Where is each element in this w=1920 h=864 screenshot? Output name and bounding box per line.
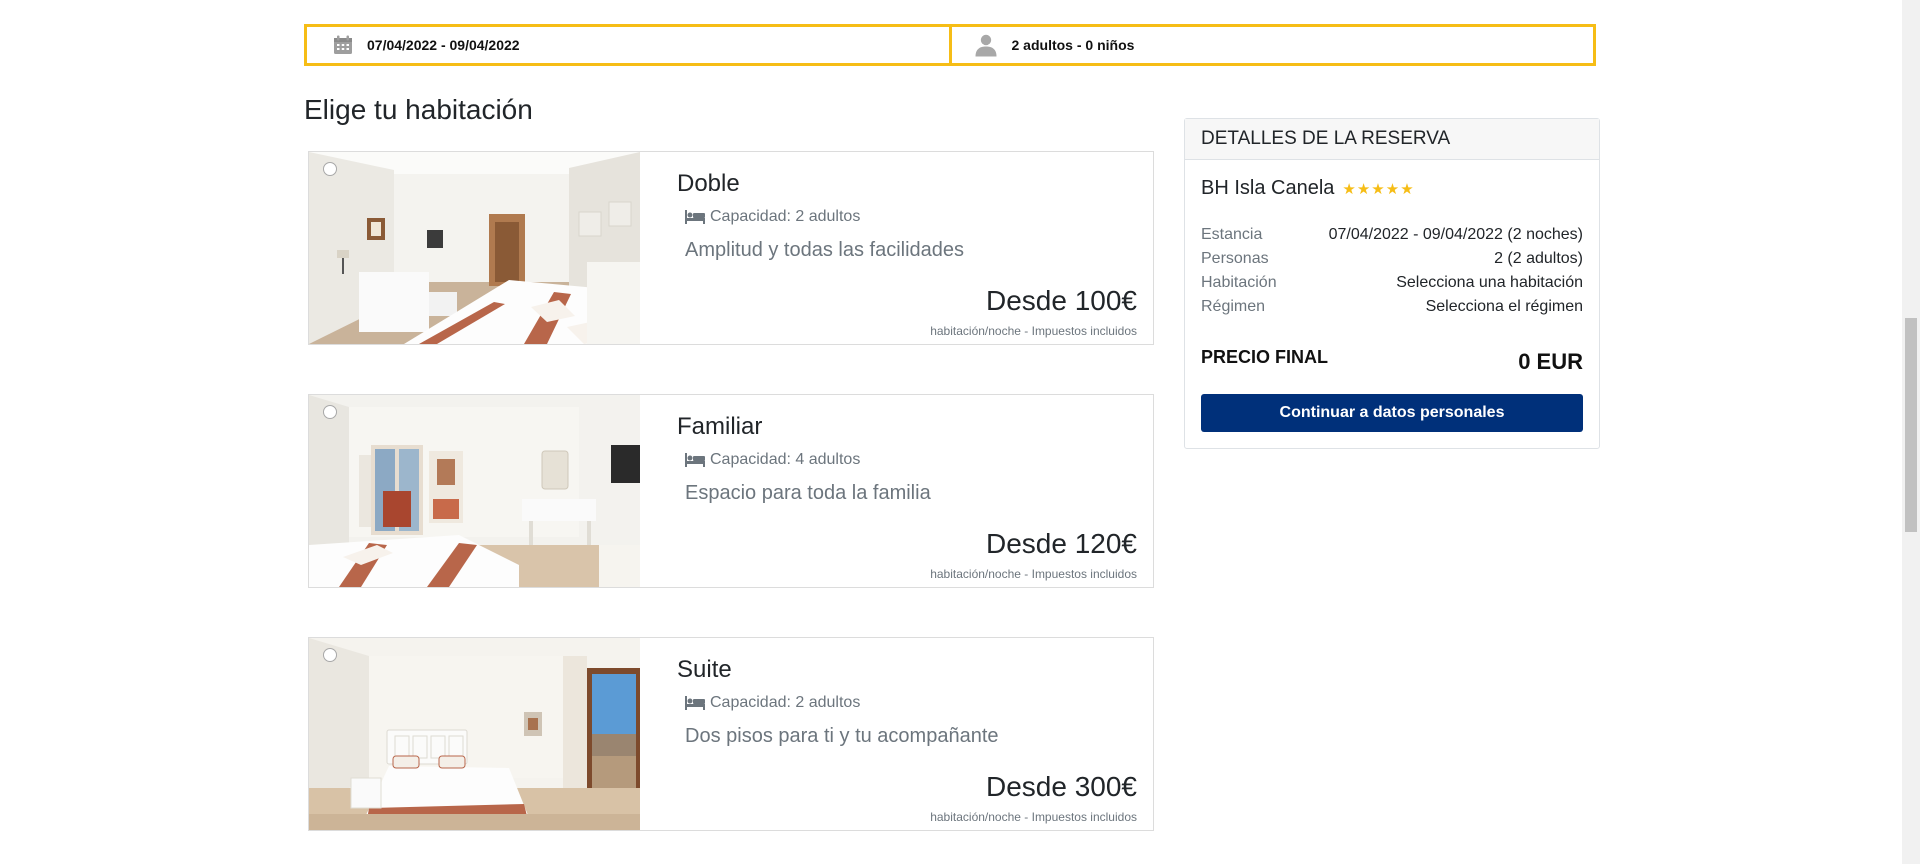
room-price: Desde 120€: [985, 528, 1137, 559]
continue-button[interactable]: Continuar a datos personales: [1201, 394, 1583, 432]
room-description: Dos pisos para ti y tu acompañante: [685, 725, 999, 747]
guests-field[interactable]: 2 adultos - 0 niños: [948, 27, 1594, 63]
date-range-text: 07/04/2022 - 09/04/2022: [367, 37, 520, 53]
room-photo: [309, 395, 640, 587]
room-capacity: Capacidad: 4 adultos: [685, 451, 860, 469]
room-select-radio[interactable]: [323, 405, 337, 419]
bed-icon: [685, 453, 705, 467]
room-card-doble[interactable]: Doble Capacidad: 2 adultos Amplitud y to…: [308, 151, 1154, 345]
section-title: Elige tu habitación: [304, 94, 533, 125]
bed-icon: [685, 210, 705, 224]
detail-value: Selecciona una habitación: [1396, 274, 1583, 291]
room-capacity-text: Capacidad: 2 adultos: [710, 694, 861, 711]
room-photo: [309, 152, 640, 344]
room-description: Espacio para toda la familia: [685, 482, 931, 504]
room-select-radio[interactable]: [323, 648, 337, 662]
room-price-note: habitación/noche - Impuestos incluidos: [930, 567, 1137, 581]
date-range-field[interactable]: 07/04/2022 - 09/04/2022: [307, 27, 949, 63]
room-name: Doble: [677, 170, 740, 197]
summary-header: DETALLES DE LA RESERVA: [1185, 119, 1599, 160]
detail-value: 2 (2 adultos): [1494, 250, 1583, 267]
room-price: Desde 100€: [985, 285, 1137, 316]
hotel-line: BH Isla Canela ★★★★★: [1201, 177, 1415, 200]
room-price-note: habitación/noche - Impuestos incluidos: [930, 810, 1137, 824]
calendar-icon: [333, 35, 353, 55]
detail-row-personas: Personas 2 (2 adultos): [1201, 250, 1583, 268]
room-capacity-text: Capacidad: 4 adultos: [710, 451, 861, 468]
detail-row-regimen: Régimen Selecciona el régimen: [1201, 298, 1583, 316]
room-name: Familiar: [677, 413, 763, 440]
search-bar: 07/04/2022 - 09/04/2022 2 adultos - 0 ni…: [304, 24, 1596, 66]
room-price: Desde 300€: [985, 771, 1137, 802]
bed-icon: [685, 696, 705, 710]
detail-label: Habitación: [1201, 274, 1277, 291]
room-card-suite[interactable]: Suite Capacidad: 2 adultos Dos pisos par…: [308, 637, 1154, 831]
detail-row-habitacion: Habitación Selecciona una habitación: [1201, 274, 1583, 292]
room-capacity: Capacidad: 2 adultos: [685, 694, 860, 712]
detail-label: Personas: [1201, 250, 1269, 267]
room-photo: [309, 638, 640, 830]
room-select-radio[interactable]: [323, 162, 337, 176]
room-description: Amplitud y todas las facilidades: [685, 239, 965, 261]
page-scrollbar[interactable]: [1902, 0, 1920, 864]
scrollbar-thumb[interactable]: [1905, 318, 1917, 532]
person-icon: [974, 33, 998, 57]
detail-label: Estancia: [1201, 226, 1263, 243]
room-name: Suite: [677, 656, 732, 683]
room-price-note: habitación/noche - Impuestos incluidos: [930, 324, 1137, 338]
star-rating: ★★★★★: [1342, 180, 1415, 198]
detail-value: Selecciona el régimen: [1425, 298, 1583, 315]
detail-label: Régimen: [1201, 298, 1266, 315]
final-price-value: 0 EUR: [1518, 349, 1583, 374]
reservation-summary: DETALLES DE LA RESERVA BH Isla Canela ★★…: [1184, 118, 1600, 449]
hotel-name: BH Isla Canela: [1201, 177, 1335, 199]
detail-value: 07/04/2022 - 09/04/2022 (2 noches): [1328, 226, 1583, 243]
guests-text: 2 adultos - 0 niños: [1011, 37, 1135, 53]
room-card-familiar[interactable]: Familiar Capacidad: 4 adultos Espacio pa…: [308, 394, 1154, 588]
room-capacity-text: Capacidad: 2 adultos: [710, 208, 861, 225]
room-capacity: Capacidad: 2 adultos: [685, 208, 860, 226]
detail-row-estancia: Estancia 07/04/2022 - 09/04/2022 (2 noch…: [1201, 226, 1583, 244]
final-price-label: PRECIO FINAL: [1201, 347, 1329, 367]
